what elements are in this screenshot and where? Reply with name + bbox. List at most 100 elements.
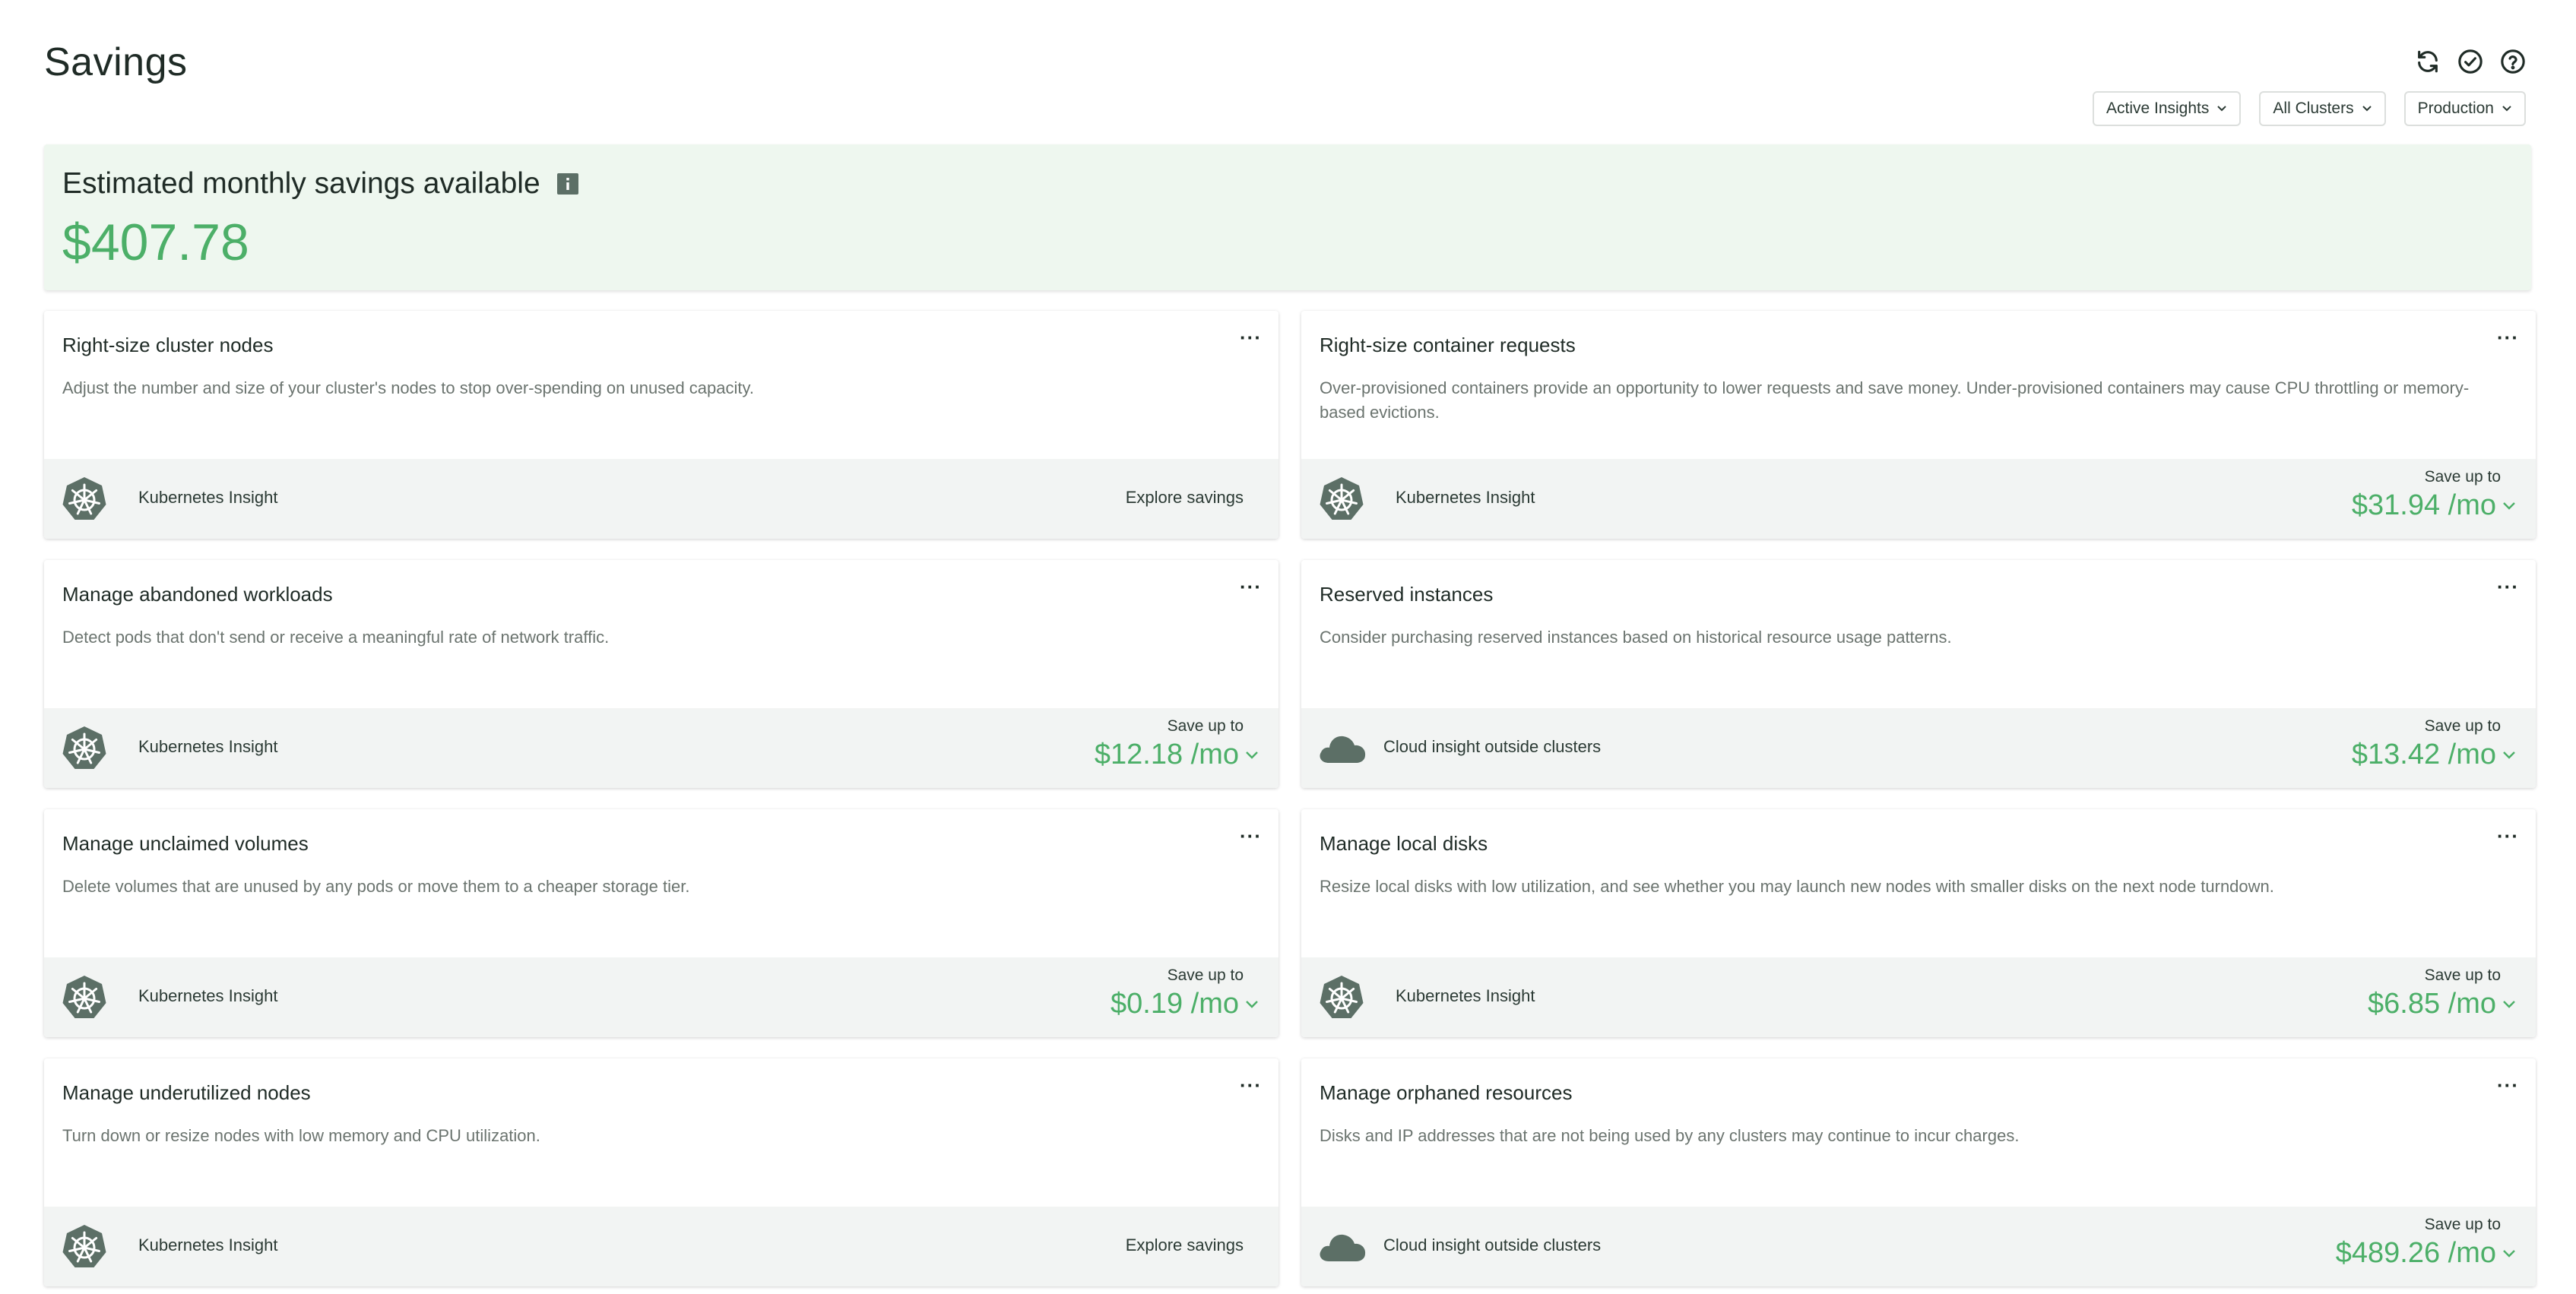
kubernetes-icon [1320, 477, 1364, 520]
savings-amount: $6.85 /mo [2368, 988, 2516, 1020]
explore-savings-link[interactable]: Explore savings [1126, 1235, 1244, 1255]
more-options-icon[interactable]: ··· [1240, 1074, 1262, 1097]
savings-estimate-toggle[interactable]: Save up to $31.94 /mo [2352, 468, 2516, 522]
more-options-icon[interactable]: ··· [1240, 326, 1262, 350]
kubernetes-icon [62, 726, 106, 769]
insight-card[interactable]: Right-size container requests ··· Over-pro… [1301, 311, 2536, 539]
card-description: Detect pods that don't send or receive a… [62, 628, 610, 647]
chevron-down-icon [1246, 751, 1258, 759]
more-options-icon[interactable]: ··· [1240, 824, 1262, 848]
summary-title: Estimated monthly savings available [62, 167, 540, 200]
kubernetes-icon [62, 1225, 106, 1267]
savings-estimate-toggle[interactable]: Save up to $6.85 /mo [2368, 967, 2516, 1020]
more-options-icon[interactable]: ··· [2497, 575, 2519, 599]
insight-card[interactable]: Right-size cluster nodes ··· Adjust the nu… [44, 311, 1278, 539]
savings-estimate-toggle[interactable]: Save up to $13.42 /mo [2352, 717, 2516, 771]
savings-estimate-toggle[interactable]: Save up to $12.18 /mo [1095, 717, 1259, 771]
savings-amount: $13.42 /mo [2352, 739, 2516, 771]
card-footer: Kubernetes Insight Explore savings [44, 459, 1278, 539]
card-footer: Kubernetes Insight Save up to $31.94 /mo [1301, 459, 2536, 539]
insight-source: Kubernetes Insight [138, 737, 278, 756]
insight-card[interactable]: Manage underutilized nodes ··· Turn down o… [44, 1058, 1278, 1286]
card-description: Delete volumes that are unused by any po… [62, 877, 690, 896]
save-up-to-label: Save up to [2424, 1216, 2501, 1233]
insight-card[interactable]: Manage abandoned workloads ··· Detect pods… [44, 560, 1278, 788]
more-options-icon[interactable]: ··· [2497, 1074, 2519, 1097]
card-description: Resize local disks with low utilization,… [1320, 877, 2274, 896]
card-title: Right-size cluster nodes [62, 334, 274, 356]
filter-label: Active Insights [2105, 100, 2210, 117]
insight-source: Kubernetes Insight [138, 488, 278, 507]
summary-title-row: Estimated monthly savings available [62, 167, 578, 201]
cloud-icon [1320, 736, 1366, 763]
cloud-icon [1320, 1234, 1366, 1261]
save-up-to-label: Save up to [1167, 717, 1244, 735]
card-title: Manage underutilized nodes [62, 1081, 311, 1104]
card-description: Disks and IP addresses that are not bein… [1320, 1126, 2020, 1145]
card-footer: Cloud insight outside clusters Save up to… [1301, 708, 2536, 788]
insight-card[interactable]: Manage local disks ··· Resize local disks … [1301, 809, 2536, 1037]
chevron-down-icon [2502, 106, 2511, 112]
savings-estimate-toggle[interactable]: Save up to $489.26 /mo [2336, 1216, 2516, 1270]
card-footer: Kubernetes Insight Save up to $12.18 /mo [44, 708, 1278, 788]
summary-value: $407.78 [62, 214, 249, 271]
savings-amount: $12.18 /mo [1095, 739, 1259, 771]
savings-amount: $489.26 /mo [2336, 1237, 2516, 1270]
clusters-filter-dropdown[interactable]: All Clusters [2259, 91, 2386, 126]
insight-source: Cloud insight outside clusters [1383, 1235, 1602, 1254]
insight-source: Kubernetes Insight [1396, 488, 1535, 507]
savings-amount-text: $12.18 /mo [1094, 739, 1239, 770]
more-options-icon[interactable]: ··· [2497, 824, 2519, 848]
more-options-icon[interactable]: ··· [2497, 326, 2519, 350]
insights-filter-dropdown[interactable]: Active Insights [2092, 91, 2242, 126]
refresh-icon[interactable] [2415, 49, 2441, 74]
chevron-down-icon [1246, 1000, 1258, 1008]
card-description: Over-provisioned containers provide an o… [1320, 378, 2470, 422]
filter-bar: Active Insights All Clusters Production [2092, 91, 2526, 126]
save-up-to-label: Save up to [2424, 717, 2501, 735]
card-description: Turn down or resize nodes with low memor… [62, 1126, 540, 1145]
insight-source: Cloud insight outside clusters [1383, 737, 1602, 756]
kubernetes-icon [62, 477, 106, 520]
chevron-down-icon [2217, 106, 2227, 112]
chevron-down-icon [2503, 751, 2515, 759]
card-title: Right-size container requests [1320, 334, 1576, 356]
savings-estimate-toggle[interactable]: Save up to $0.19 /mo [1111, 967, 1259, 1020]
chevron-down-icon [2503, 501, 2515, 510]
page-title: Savings [44, 40, 188, 84]
explore-savings-link[interactable]: Explore savings [1126, 488, 1244, 508]
card-footer: Kubernetes Insight Save up to $0.19 /mo [44, 957, 1278, 1037]
savings-amount-text: $13.42 /mo [2351, 739, 2496, 770]
insight-card[interactable]: Manage unclaimed volumes ··· Delete volume… [44, 809, 1278, 1037]
card-title: Reserved instances [1320, 583, 1494, 606]
card-footer: Kubernetes Insight Save up to $6.85 /mo [1301, 957, 2536, 1037]
insight-source: Kubernetes Insight [138, 1235, 278, 1254]
insight-card[interactable]: Reserved instances ··· Consider purchasing… [1301, 560, 2536, 788]
savings-summary-panel: Estimated monthly savings available $407… [44, 144, 2531, 290]
savings-amount-text: $0.19 /mo [1111, 988, 1239, 1020]
card-title: Manage unclaimed volumes [62, 832, 309, 855]
filter-label: Production [2417, 100, 2494, 117]
chevron-down-icon [2503, 1249, 2515, 1258]
kubernetes-icon [1320, 976, 1364, 1018]
card-footer: Kubernetes Insight Explore savings [44, 1207, 1278, 1286]
savings-amount: $31.94 /mo [2352, 489, 2516, 522]
save-up-to-label: Save up to [2424, 468, 2501, 486]
insight-card[interactable]: Manage orphaned resources ··· Disks and IP… [1301, 1058, 2536, 1286]
more-options-icon[interactable]: ··· [1240, 575, 1262, 599]
savings-amount-text: $489.26 /mo [2335, 1237, 2496, 1269]
environment-filter-dropdown[interactable]: Production [2403, 91, 2526, 126]
card-footer: Cloud insight outside clusters Save up to… [1301, 1207, 2536, 1286]
check-circle-icon[interactable] [2457, 49, 2483, 74]
insight-source: Kubernetes Insight [138, 986, 278, 1005]
info-icon[interactable] [556, 173, 578, 195]
help-icon[interactable] [2500, 49, 2526, 74]
kubernetes-icon [62, 976, 106, 1018]
chevron-down-icon [2362, 106, 2372, 112]
save-up-to-label: Save up to [1167, 967, 1244, 984]
header-toolbar [2415, 49, 2526, 74]
save-up-to-label: Save up to [2424, 967, 2501, 984]
card-title: Manage abandoned workloads [62, 583, 333, 606]
savings-amount-text: $31.94 /mo [2351, 489, 2496, 521]
card-title: Manage local disks [1320, 832, 1488, 855]
